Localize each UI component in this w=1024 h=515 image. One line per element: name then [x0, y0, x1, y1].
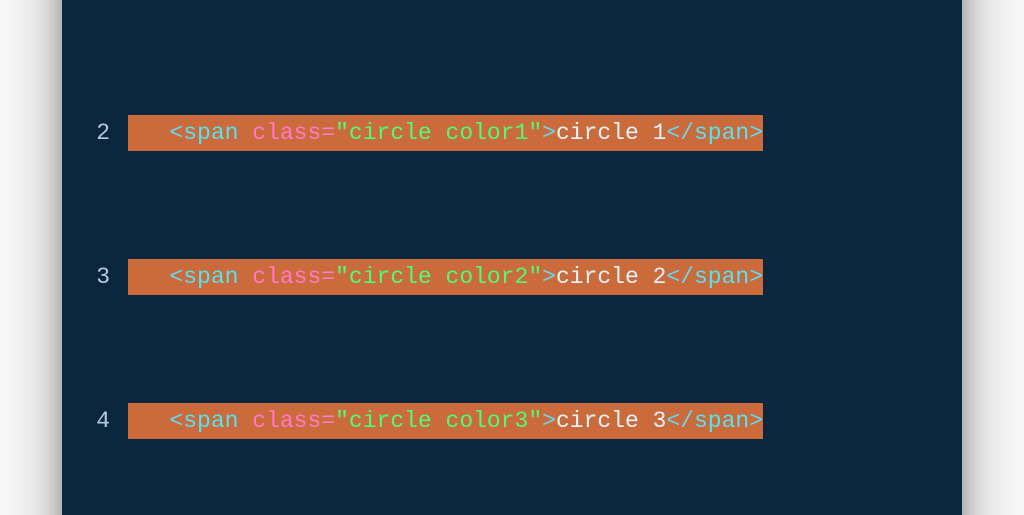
code-content: <span class="circle color2">circle 2</sp…: [128, 259, 763, 295]
code-content: <span class="circle color3">circle 3</sp…: [128, 403, 763, 439]
line-number: 2: [88, 115, 128, 151]
code-line: 1 <div class="container display-inline-e…: [88, 0, 936, 7]
line-number: 1: [88, 0, 128, 7]
code-line: 3 <span class="circle color2">circle 2</…: [88, 259, 936, 295]
line-number: 4: [88, 403, 128, 439]
line-number: 3: [88, 259, 128, 295]
code-window: 1 <div class="container display-inline-e…: [62, 0, 962, 515]
code-content: <div class="container display-inline-exa…: [128, 0, 763, 7]
stage: 1 <div class="container display-inline-e…: [0, 0, 1024, 515]
code-content: <span class="circle color1">circle 1</sp…: [128, 115, 763, 151]
code-line: 4 <span class="circle color3">circle 3</…: [88, 403, 936, 439]
code-line: 2 <span class="circle color1">circle 1</…: [88, 115, 936, 151]
code-editor[interactable]: 1 <div class="container display-inline-e…: [88, 0, 936, 515]
